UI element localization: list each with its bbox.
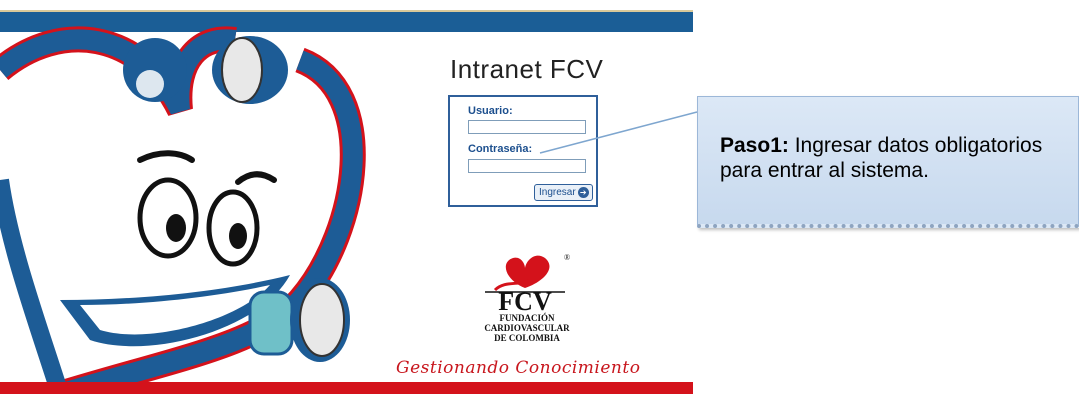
ingresar-button-label: Ingresar [539,187,576,198]
username-label: Usuario: [468,105,513,117]
login-form: Usuario: Contraseña: Ingresar ➔ [448,95,598,207]
bottom-bar [0,382,693,394]
stethoscope-mascot-illustration [0,26,366,394]
foundation-name: FUNDACIÓN CARDIOVASCULAR DE COLOMBIA [484,313,570,343]
callout-text: Paso1: Ingresar datos obligatorios para … [720,133,1070,183]
arrow-right-icon: ➔ [577,187,589,198]
login-screen: Intranet FCV Usuario: Contraseña: Ingres… [0,0,693,394]
password-label: Contraseña: [468,143,533,155]
callout-step-label: Paso1: [720,134,789,157]
instruction-callout: Paso1: Ingresar datos obligatorios para … [697,96,1079,228]
registered-mark: ® [564,253,570,262]
fcv-logo: ® FCV [485,253,570,316]
ingresar-button[interactable]: Ingresar ➔ [534,184,593,201]
fcv-logo-text: FCV [498,287,552,316]
password-input[interactable] [468,159,586,173]
intranet-title: Intranet FCV [450,54,604,84]
slogan: Gestionando Conocimiento [396,358,641,378]
username-input[interactable] [468,120,586,134]
